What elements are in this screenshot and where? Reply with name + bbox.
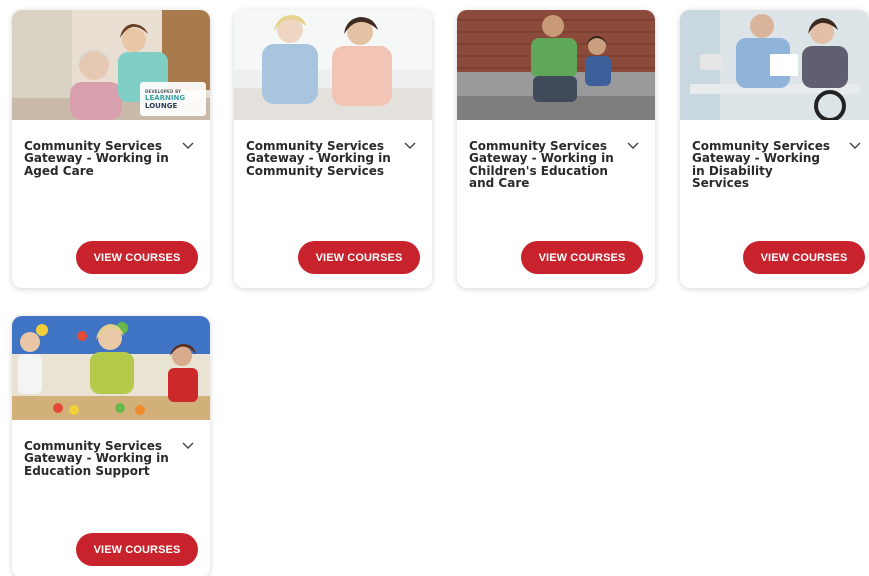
chevron-down-icon[interactable] — [849, 142, 861, 150]
logo-line-2: LOUNGE — [145, 101, 178, 110]
course-title: Community Services Gateway - Working in … — [24, 139, 169, 178]
course-image-community-services — [234, 10, 432, 120]
course-image-childrens-education — [457, 10, 655, 120]
course-card-community-services: Community Services Gateway - Working in … — [234, 10, 432, 288]
chevron-down-icon[interactable] — [404, 142, 416, 150]
view-courses-button[interactable]: VIEW COURSES — [76, 241, 198, 274]
chevron-down-icon[interactable] — [182, 442, 194, 450]
view-courses-button[interactable]: VIEW COURSES — [76, 533, 198, 566]
view-courses-button[interactable]: VIEW COURSES — [298, 241, 420, 274]
logo-line-1: LEARNING — [145, 93, 186, 102]
course-card-aged-care: DEVELOPED BY LEARNING LOUNGE Community S… — [12, 10, 210, 288]
course-title: Community Services Gateway - Working in … — [469, 139, 614, 190]
course-image-aged-care: DEVELOPED BY LEARNING LOUNGE — [12, 10, 210, 120]
course-title: Community Services Gateway - Working in … — [692, 139, 831, 190]
course-image-education-support — [12, 316, 210, 420]
course-card-education-support: Community Services Gateway - Working in … — [12, 316, 210, 576]
view-courses-button[interactable]: VIEW COURSES — [521, 241, 643, 274]
course-image-disability-services — [680, 10, 869, 120]
learning-lounge-logo: DEVELOPED BY LEARNING LOUNGE — [140, 82, 206, 116]
course-card-disability-services: Community Services Gateway - Working in … — [680, 10, 869, 288]
course-card-childrens-education: Community Services Gateway - Working in … — [457, 10, 655, 288]
view-courses-button[interactable]: VIEW COURSES — [743, 241, 865, 274]
chevron-down-icon[interactable] — [182, 142, 194, 150]
course-card-grid: DEVELOPED BY LEARNING LOUNGE Community S… — [0, 0, 869, 576]
course-title: Community Services Gateway - Working in … — [24, 439, 169, 478]
course-title: Community Services Gateway - Working in … — [246, 139, 391, 178]
chevron-down-icon[interactable] — [627, 142, 639, 150]
